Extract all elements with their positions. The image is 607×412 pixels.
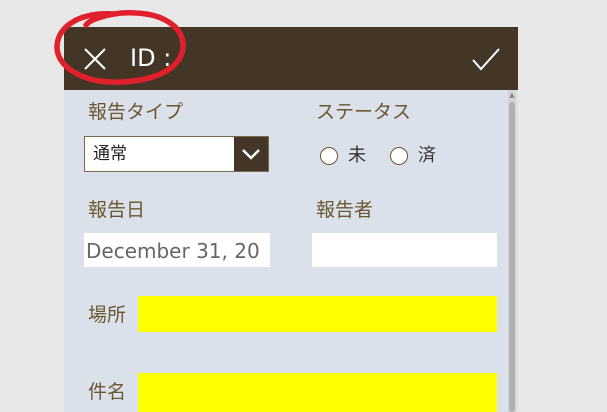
status-option-done[interactable]: 済 xyxy=(390,144,450,170)
dropdown-arrow[interactable] xyxy=(234,137,268,171)
location-input[interactable] xyxy=(138,296,497,332)
location-label: 場所 xyxy=(88,304,127,326)
report-type-value: 通常 xyxy=(93,144,127,164)
report-date-value: December 31, 20 xyxy=(86,239,260,263)
submit-button[interactable] xyxy=(470,45,502,73)
scroll-up-arrow-icon[interactable]: ▲ xyxy=(508,90,516,100)
status-option-pending[interactable]: 未 xyxy=(320,144,380,170)
radio-label: 未 xyxy=(348,145,366,166)
report-date-input[interactable]: December 31, 20 xyxy=(84,233,270,267)
subject-input[interactable] xyxy=(138,373,497,412)
radio-button[interactable] xyxy=(390,147,408,165)
reporter-input[interactable] xyxy=(312,233,497,267)
radio-label: 済 xyxy=(418,145,436,166)
close-button[interactable] xyxy=(81,45,109,73)
subject-label: 件名 xyxy=(88,381,127,403)
page-title: ID : xyxy=(130,44,172,72)
chevron-down-icon xyxy=(242,149,260,160)
scroll-thumb[interactable] xyxy=(509,102,515,412)
report-type-dropdown[interactable]: 通常 xyxy=(84,136,269,172)
check-icon xyxy=(472,48,500,71)
report-type-label: 報告タイプ xyxy=(88,101,184,123)
status-label: ステータス xyxy=(316,101,412,123)
report-date-label: 報告日 xyxy=(88,199,146,221)
vertical-scrollbar[interactable]: ▲ xyxy=(508,90,516,412)
title-bar: ID : xyxy=(64,27,518,90)
close-icon xyxy=(84,48,106,70)
radio-button[interactable] xyxy=(320,147,338,165)
reporter-label: 報告者 xyxy=(316,199,374,221)
edit-form-screen: ID : 報告タイプ 通常 ステータス 未 済 報告日 December 31,… xyxy=(64,27,518,412)
